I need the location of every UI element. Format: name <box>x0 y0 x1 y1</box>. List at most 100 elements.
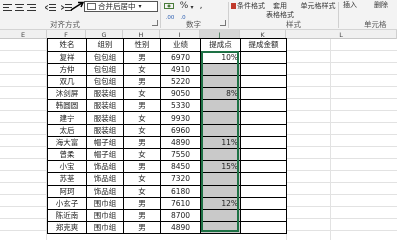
sales-cell[interactable]: 4890 <box>160 135 201 150</box>
rate-cell[interactable]: 11% <box>200 135 241 150</box>
sales-cell[interactable]: 8450 <box>160 160 201 174</box>
rate-cell[interactable]: 10% <box>200 50 241 64</box>
align-left-icon[interactable] <box>2 2 12 12</box>
sales-cell[interactable]: 4890 <box>160 221 201 235</box>
header-cell[interactable]: 姓名 <box>47 38 87 52</box>
align-right-icon[interactable] <box>26 2 36 12</box>
column-header[interactable]: E <box>0 30 47 39</box>
sales-cell[interactable]: 4910 <box>160 62 201 76</box>
rate-cell[interactable]: 12% <box>200 196 241 210</box>
sales-cell[interactable]: 6180 <box>160 184 201 198</box>
group-cell[interactable]: 饰品组 <box>86 184 124 198</box>
group-cell[interactable]: 围巾组 <box>86 208 124 223</box>
gender-cell[interactable]: 男 <box>123 99 161 113</box>
header-cell[interactable]: 组别 <box>86 38 124 52</box>
gender-cell[interactable]: 男 <box>123 135 161 150</box>
increase-decimal-button[interactable]: .00 <box>163 13 177 23</box>
sales-cell[interactable]: 9930 <box>160 111 201 125</box>
amount-cell[interactable] <box>240 99 287 113</box>
name-cell[interactable]: 太后 <box>47 123 87 137</box>
group-cell[interactable]: 服装组 <box>86 87 124 101</box>
gender-cell[interactable]: 女 <box>123 172 161 186</box>
group-cell[interactable]: 服装组 <box>86 99 124 113</box>
name-cell[interactable]: 沐剑屏 <box>47 87 87 101</box>
rate-cell[interactable] <box>200 123 241 137</box>
insert-button[interactable]: 插入 <box>341 0 359 10</box>
name-cell[interactable]: 小玄子 <box>47 196 87 210</box>
sales-cell[interactable]: 7610 <box>160 196 201 210</box>
amount-cell[interactable] <box>240 208 287 223</box>
amount-cell[interactable] <box>240 111 287 125</box>
amount-cell[interactable] <box>240 87 287 101</box>
header-cell[interactable]: 提成点 <box>200 38 241 52</box>
amount-cell[interactable] <box>240 196 287 210</box>
name-cell[interactable]: 阿珂 <box>47 184 87 198</box>
group-cell[interactable]: 围巾组 <box>86 196 124 210</box>
name-cell[interactable]: 曾柔 <box>47 147 87 162</box>
gender-cell[interactable]: 女 <box>123 62 161 76</box>
align-center-icon[interactable] <box>14 2 24 12</box>
column-header[interactable]: L <box>286 30 397 39</box>
amount-cell[interactable] <box>240 62 287 76</box>
rate-cell[interactable] <box>200 147 241 162</box>
cell-styles-button[interactable]: 单元格样式 <box>300 1 336 11</box>
group-cell[interactable]: 包包组 <box>86 62 124 76</box>
delete-button[interactable]: 删除 <box>372 0 390 10</box>
name-cell[interactable]: 韩圆圆 <box>47 99 87 113</box>
name-cell[interactable]: 苏荃 <box>47 172 87 186</box>
gender-cell[interactable]: 男 <box>123 221 161 235</box>
amount-cell[interactable] <box>240 172 287 186</box>
number-dialog-launcher[interactable] <box>220 20 226 26</box>
group-cell[interactable]: 包包组 <box>86 50 124 64</box>
gender-cell[interactable]: 女 <box>123 147 161 162</box>
name-cell[interactable]: 郑克爽 <box>47 221 87 235</box>
name-cell[interactable]: 方仲 <box>47 62 87 76</box>
group-cell[interactable]: 饰品组 <box>86 160 124 174</box>
gender-cell[interactable]: 男 <box>123 208 161 223</box>
rate-cell[interactable]: 8% <box>200 87 241 101</box>
rate-cell[interactable] <box>200 208 241 223</box>
comma-style-button[interactable]: , <box>197 1 205 11</box>
gender-cell[interactable]: 女 <box>123 87 161 101</box>
rate-cell[interactable]: 15% <box>200 160 241 174</box>
gender-cell[interactable]: 男 <box>123 74 161 89</box>
group-cell[interactable]: 包包组 <box>86 74 124 89</box>
sales-cell[interactable]: 6960 <box>160 123 201 137</box>
header-cell[interactable]: 提成金额 <box>240 38 287 52</box>
decrease-indent-icon[interactable] <box>44 2 56 12</box>
group-cell[interactable]: 服装组 <box>86 123 124 137</box>
sales-cell[interactable]: 7550 <box>160 147 201 162</box>
sales-cell[interactable]: 7320 <box>160 172 201 186</box>
sales-cell[interactable]: 5330 <box>160 99 201 113</box>
amount-cell[interactable] <box>240 160 287 174</box>
gender-cell[interactable]: 男 <box>123 160 161 174</box>
amount-cell[interactable] <box>240 184 287 198</box>
group-cell[interactable]: 帽子组 <box>86 147 124 162</box>
name-cell[interactable]: 海大富 <box>47 135 87 150</box>
name-cell[interactable]: 小宝 <box>47 160 87 174</box>
group-cell[interactable]: 饰品组 <box>86 172 124 186</box>
sales-cell[interactable]: 8700 <box>160 208 201 223</box>
amount-cell[interactable] <box>240 147 287 162</box>
gender-cell[interactable]: 女 <box>123 111 161 125</box>
chevron-down-icon[interactable]: ▾ <box>189 2 195 12</box>
conditional-format-button[interactable]: 条件格式 <box>231 1 265 11</box>
sales-cell[interactable]: 6970 <box>160 50 201 64</box>
gender-cell[interactable]: 男 <box>123 196 161 210</box>
name-cell[interactable]: 建宁 <box>47 111 87 125</box>
alignment-dialog-launcher[interactable] <box>152 20 158 26</box>
rate-cell[interactable] <box>200 62 241 76</box>
header-cell[interactable]: 性别 <box>123 38 161 52</box>
amount-cell[interactable] <box>240 123 287 137</box>
rate-cell[interactable] <box>200 184 241 198</box>
merge-center-button[interactable]: 合并后居中 ▾ <box>84 1 158 12</box>
name-cell[interactable]: 复祥 <box>47 50 87 64</box>
accounting-format-icon[interactable] <box>163 1 175 11</box>
rate-cell[interactable] <box>200 74 241 89</box>
name-cell[interactable]: 双几 <box>47 74 87 89</box>
name-cell[interactable]: 陈近南 <box>47 208 87 223</box>
amount-cell[interactable] <box>240 135 287 150</box>
header-cell[interactable]: 业绩 <box>160 38 201 52</box>
amount-cell[interactable] <box>240 221 287 235</box>
group-cell[interactable]: 服装组 <box>86 111 124 125</box>
